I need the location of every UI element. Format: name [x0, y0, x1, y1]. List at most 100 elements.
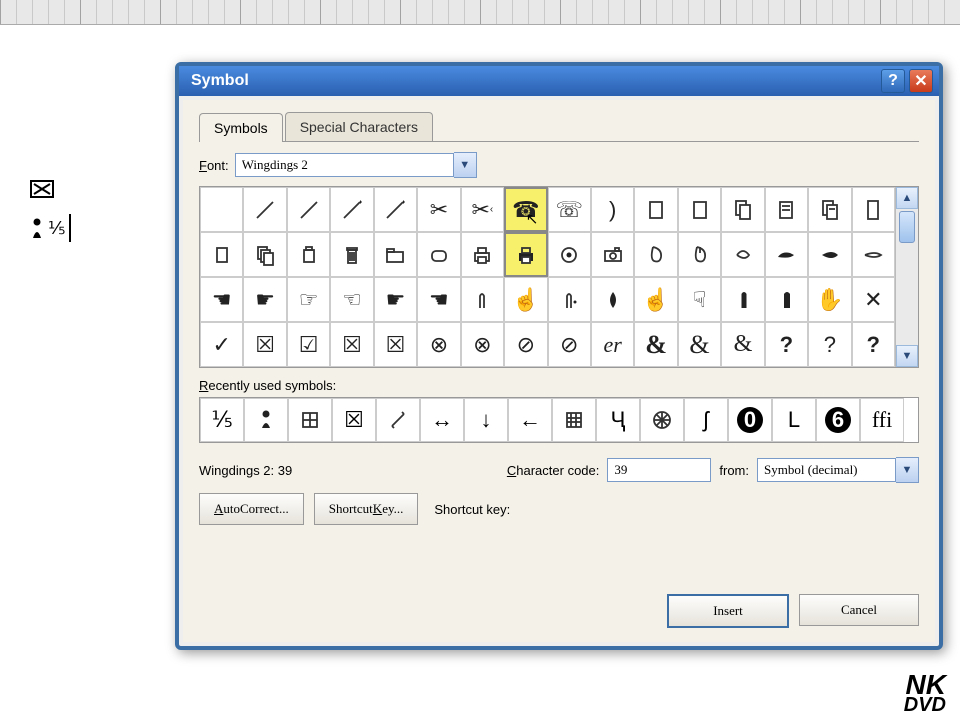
symbol-cell[interactable]: ☒ [243, 322, 286, 367]
recent-symbol-cell[interactable]: Ҷ [596, 398, 640, 442]
recent-symbol-cell[interactable]: ↔ [420, 398, 464, 442]
symbol-cell[interactable] [374, 187, 417, 232]
symbol-cell[interactable] [330, 232, 373, 277]
recent-symbol-cell[interactable]: ʃ [684, 398, 728, 442]
symbol-cell[interactable] [504, 232, 547, 277]
recent-symbol-cell[interactable] [376, 398, 420, 442]
symbol-cell[interactable] [461, 277, 504, 322]
symbol-cell[interactable] [548, 232, 591, 277]
symbol-cell[interactable]: ☝ [504, 277, 547, 322]
symbol-cell[interactable] [852, 232, 895, 277]
symbol-cell[interactable] [678, 187, 721, 232]
symbol-cell[interactable]: ☚ [417, 277, 460, 322]
recent-symbol-cell[interactable] [288, 398, 332, 442]
scroll-thumb[interactable] [899, 211, 915, 243]
symbol-cell[interactable] [765, 277, 808, 322]
symbol-cell[interactable]: ☛ [374, 277, 417, 322]
symbol-cell[interactable] [330, 187, 373, 232]
symbol-cell[interactable]: ☎↖ [504, 187, 547, 232]
recent-symbol-cell[interactable]: L [772, 398, 816, 442]
recent-symbol-cell[interactable]: ffi [860, 398, 904, 442]
symbol-cell[interactable] [634, 232, 677, 277]
symbol-cell[interactable] [200, 187, 243, 232]
recent-symbol-cell[interactable]: ⅕ [200, 398, 244, 442]
autocorrect-button[interactable]: AutoCorrect... [199, 493, 304, 525]
symbol-cell[interactable] [678, 232, 721, 277]
symbol-cell[interactable] [287, 232, 330, 277]
symbol-cell[interactable]: ⊗ [417, 322, 460, 367]
tab-symbols[interactable]: Symbols [199, 113, 283, 142]
recent-symbol-cell[interactable] [552, 398, 596, 442]
recent-symbol-cell[interactable]: ☒ [332, 398, 376, 442]
recent-symbol-cell[interactable]: 6 [816, 398, 860, 442]
symbol-cell[interactable]: ) [591, 187, 634, 232]
symbol-cell[interactable]: ? [808, 322, 851, 367]
symbol-cell[interactable] [591, 232, 634, 277]
symbol-cell[interactable]: er [591, 322, 634, 367]
insert-button[interactable]: Insert [667, 594, 789, 628]
recent-symbol-cell[interactable] [244, 398, 288, 442]
cancel-button[interactable]: Cancel [799, 594, 919, 626]
symbol-cell[interactable]: ☝ [634, 277, 677, 322]
symbol-cell[interactable] [243, 232, 286, 277]
scrollbar[interactable]: ▲ ▼ [895, 187, 918, 367]
font-input[interactable] [235, 153, 454, 177]
from-input[interactable] [757, 458, 896, 482]
symbol-cell[interactable]: ✂‹ [461, 187, 504, 232]
charcode-input[interactable] [607, 458, 711, 482]
symbol-cell[interactable] [765, 232, 808, 277]
symbol-cell[interactable]: ☛ [243, 277, 286, 322]
symbol-cell[interactable]: ✂ [417, 187, 460, 232]
close-button[interactable]: ✕ [909, 69, 933, 93]
shortcut-key-button[interactable]: Shortcut Key... [314, 493, 419, 525]
symbol-cell[interactable]: ⊘ [548, 322, 591, 367]
symbol-cell[interactable]: ☏ [548, 187, 591, 232]
symbol-cell[interactable] [721, 187, 764, 232]
symbol-cell[interactable] [200, 232, 243, 277]
symbol-cell[interactable]: & [634, 322, 677, 367]
symbol-cell[interactable] [808, 232, 851, 277]
font-combo[interactable]: ▼ [235, 152, 477, 178]
symbol-cell[interactable]: ⊘ [504, 322, 547, 367]
symbol-cell[interactable] [721, 277, 764, 322]
chevron-down-icon[interactable]: ▼ [454, 152, 477, 178]
symbol-cell[interactable]: ☑ [287, 322, 330, 367]
symbol-cell[interactable] [765, 187, 808, 232]
symbol-cell[interactable] [417, 232, 460, 277]
symbol-cell[interactable]: ⊗ [461, 322, 504, 367]
chevron-down-icon[interactable]: ▼ [896, 457, 919, 483]
symbol-cell[interactable] [287, 187, 330, 232]
symbol-cell[interactable] [243, 187, 286, 232]
recent-symbol-cell[interactable]: ↓ [464, 398, 508, 442]
scroll-down-icon[interactable]: ▼ [896, 345, 918, 367]
symbol-cell[interactable]: & [678, 322, 721, 367]
symbol-cell[interactable] [461, 232, 504, 277]
symbol-cell[interactable] [808, 187, 851, 232]
symbol-cell[interactable]: ☜ [330, 277, 373, 322]
recent-symbol-cell[interactable] [640, 398, 684, 442]
symbol-cell[interactable]: ☒ [374, 322, 417, 367]
tab-special-characters[interactable]: Special Characters [285, 112, 433, 141]
from-combo[interactable]: ▼ [757, 457, 919, 483]
symbol-cell[interactable]: ? [765, 322, 808, 367]
symbol-cell[interactable]: ✋ [808, 277, 851, 322]
help-button[interactable]: ? [881, 69, 905, 93]
recent-label: Recently used symbols: [199, 378, 919, 393]
symbol-cell[interactable] [634, 187, 677, 232]
symbol-cell[interactable]: ☒ [330, 322, 373, 367]
symbol-cell[interactable] [721, 232, 764, 277]
symbol-cell[interactable] [591, 277, 634, 322]
symbol-cell[interactable]: & [721, 322, 764, 367]
symbol-cell[interactable]: ✕ [852, 277, 895, 322]
symbol-cell[interactable] [374, 232, 417, 277]
symbol-cell[interactable]: ✓ [200, 322, 243, 367]
scroll-up-icon[interactable]: ▲ [896, 187, 918, 209]
symbol-cell[interactable]: ☟ [678, 277, 721, 322]
recent-symbol-cell[interactable]: 0 [728, 398, 772, 442]
symbol-cell[interactable] [548, 277, 591, 322]
symbol-cell[interactable] [852, 187, 895, 232]
symbol-cell[interactable]: ☚ [200, 277, 243, 322]
recent-symbol-cell[interactable]: ← [508, 398, 552, 442]
symbol-cell[interactable]: ? [852, 322, 895, 367]
symbol-cell[interactable]: ☞ [287, 277, 330, 322]
